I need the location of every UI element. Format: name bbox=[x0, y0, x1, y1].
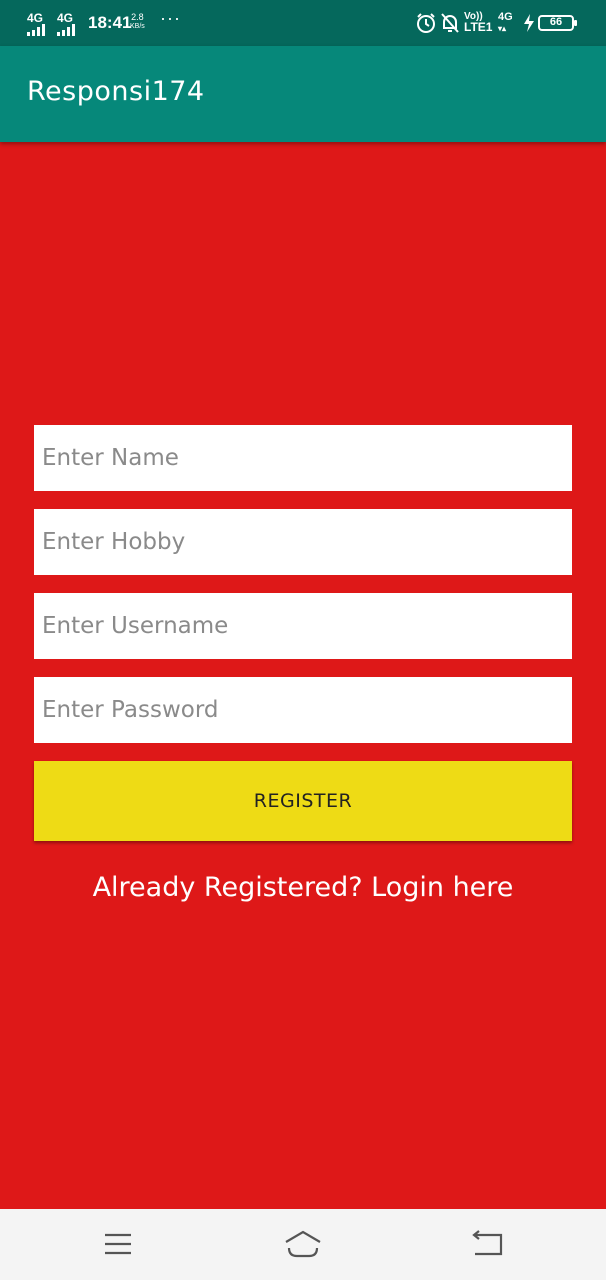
net2-label: 4G bbox=[498, 11, 513, 23]
speed-unit: KB/s bbox=[130, 23, 145, 30]
home-button[interactable] bbox=[283, 1227, 323, 1261]
signal-bars-icon bbox=[57, 24, 75, 36]
navigation-bar bbox=[0, 1209, 606, 1280]
battery-level: 66 bbox=[549, 16, 563, 28]
sim1-network-label: 4G bbox=[27, 11, 44, 25]
network-speed: 2.8 KB/s bbox=[130, 13, 145, 31]
charging-icon bbox=[524, 14, 534, 32]
speed-value: 2.8 bbox=[131, 12, 144, 22]
alarm-icon bbox=[417, 13, 435, 33]
hobby-input[interactable] bbox=[34, 509, 572, 575]
home-icon bbox=[285, 1230, 321, 1258]
signal-bars-icon bbox=[27, 24, 45, 36]
mute-icon bbox=[441, 13, 459, 33]
name-input[interactable] bbox=[34, 425, 572, 491]
app-bar: Responsi174 bbox=[0, 46, 606, 142]
login-link[interactable]: Already Registered? Login here bbox=[0, 872, 606, 903]
clock: 18:41 bbox=[88, 13, 132, 32]
password-input[interactable] bbox=[34, 677, 572, 743]
sim2-network-label: 4G bbox=[57, 11, 74, 25]
mobile-data-indicator: 4G ▾▴ bbox=[498, 12, 513, 34]
status-bar: 4G 4G 18:41 2.8 KB/s ··· Vo)) LTE1 4G ▾▴… bbox=[0, 0, 606, 46]
menu-button[interactable] bbox=[98, 1227, 138, 1261]
menu-icon bbox=[105, 1233, 131, 1255]
register-button[interactable]: REGISTER bbox=[34, 761, 572, 841]
back-button[interactable] bbox=[467, 1227, 507, 1261]
data-arrows-icon: ▾▴ bbox=[498, 24, 507, 33]
back-icon bbox=[472, 1230, 503, 1256]
battery-icon: 66 bbox=[538, 15, 577, 31]
username-input[interactable] bbox=[34, 593, 572, 659]
lte-label: LTE1 bbox=[464, 20, 493, 34]
app-title: Responsi174 bbox=[27, 76, 205, 107]
sim1-signal: 4G bbox=[27, 12, 45, 36]
volte-indicator: Vo)) LTE1 bbox=[464, 11, 492, 33]
more-notifications-icon: ··· bbox=[160, 8, 181, 28]
sim2-signal: 4G bbox=[57, 12, 75, 36]
